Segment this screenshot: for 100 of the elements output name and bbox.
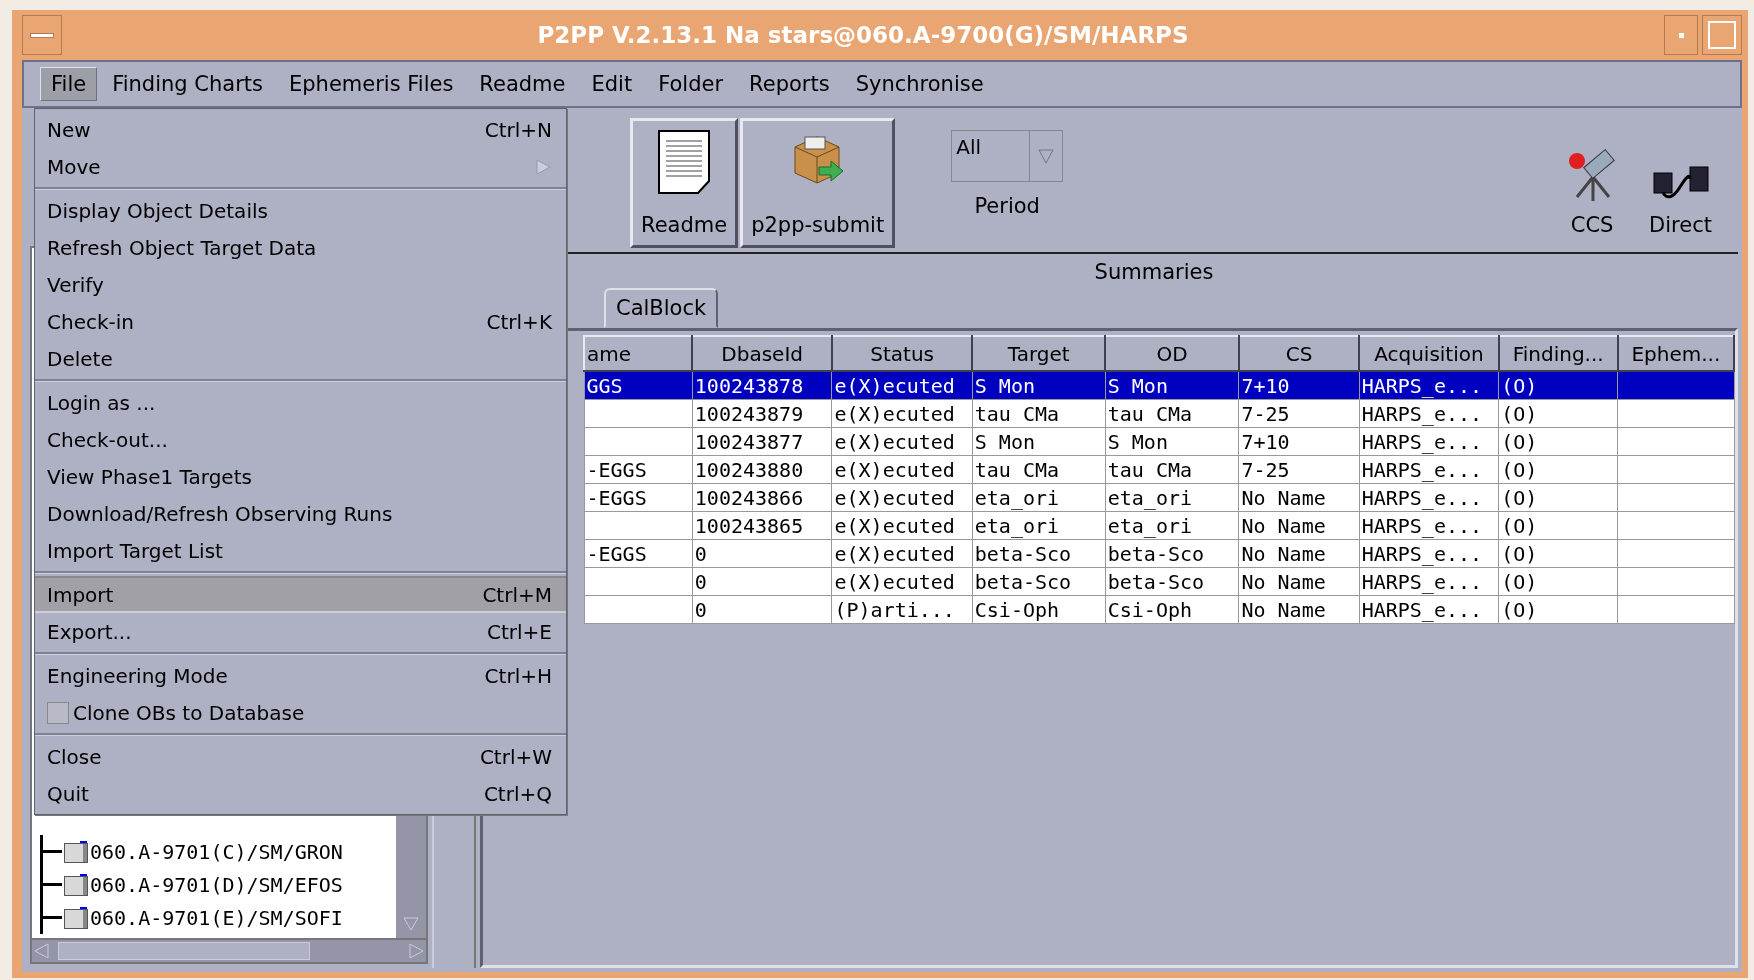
window-menu-button[interactable]: [22, 15, 62, 55]
table-row[interactable]: GGS 100243878 e(X)ecuted S Mon S Mon 7+10 HARPS_e... (O): [584, 371, 1734, 400]
table-row[interactable]: 100243877 e(X)ecuted S Mon S Mon 7+10 HARPS_e... (O): [584, 427, 1734, 456]
table-cell: (O): [1498, 483, 1618, 512]
tree-branch-icon: [40, 901, 62, 934]
column-header[interactable]: ame: [584, 336, 693, 371]
menu-item[interactable]: Finding Charts: [101, 67, 274, 101]
tree-branch-icon: [40, 835, 62, 868]
table-row[interactable]: -EGGS 100243880 e(X)ecuted tau CMa tau CMa 7-25 HARPS_e... (O): [584, 455, 1734, 484]
period-dropdown[interactable]: All: [951, 130, 1064, 182]
menu-entry[interactable]: Export... Ctrl+E: [35, 613, 566, 650]
column-header[interactable]: CS: [1238, 336, 1360, 371]
menu-entry[interactable]: Display Object Details: [35, 192, 566, 229]
folder-icon: [64, 840, 88, 863]
table-cell: S Mon: [972, 427, 1106, 456]
checkbox[interactable]: [47, 701, 69, 724]
table-cell: e(X)ecuted: [832, 511, 973, 540]
table-cell: beta-Sco: [972, 567, 1106, 596]
table-cell: No Name: [1238, 539, 1360, 568]
table-cell: No Name: [1238, 511, 1360, 540]
menu-entry[interactable]: View Phase1 Targets: [35, 458, 566, 495]
table-cell: beta-Sco: [1105, 567, 1239, 596]
menu-entry[interactable]: Verify: [35, 266, 566, 303]
table-cell: GGS: [584, 371, 693, 400]
menu-item[interactable]: Ephemeris Files: [277, 67, 465, 101]
table-row[interactable]: -EGGS 0 e(X)ecuted beta-Sco beta-Sco No Name HARPS_e... (O): [584, 539, 1734, 568]
table-row[interactable]: 100243879 e(X)ecuted tau CMa tau CMa 7-25 HARPS_e... (O): [584, 399, 1734, 428]
direct-button[interactable]: Direct: [1643, 118, 1718, 238]
menu-entry[interactable]: Import Target List: [35, 532, 566, 569]
summaries-label: Summaries: [1093, 259, 1215, 284]
menu-entry[interactable]: Check-out...: [35, 421, 566, 458]
minimize-button[interactable]: [1664, 15, 1698, 55]
tab[interactable]: CalBlock: [604, 288, 719, 328]
column-header[interactable]: Acquisition: [1359, 336, 1499, 371]
menu-entry[interactable]: New Ctrl+N: [35, 111, 566, 148]
folder-icon: [64, 906, 88, 929]
maximize-button[interactable]: [1702, 15, 1742, 55]
period-label: Period: [974, 194, 1040, 218]
horizontal-scrollbar[interactable]: [30, 940, 428, 964]
table-cell: tau CMa: [972, 399, 1106, 428]
menu-item[interactable]: Reports: [738, 67, 841, 101]
tree-item[interactable]: 060.A-9701(D)/SM/EFOS: [90, 872, 343, 897]
scroll-left-icon[interactable]: [32, 942, 52, 960]
menu-item[interactable]: Synchronise: [844, 67, 995, 101]
table-row[interactable]: 0 (P)arti... Csi-Oph Csi-Oph No Name HARPS_e... (O): [584, 595, 1734, 624]
table-cell: HARPS_e...: [1359, 595, 1499, 624]
table-cell: S Mon: [972, 371, 1106, 400]
column-header[interactable]: OD: [1105, 336, 1239, 371]
column-header[interactable]: Ephem...: [1617, 336, 1734, 371]
table-cell: 7+10: [1238, 427, 1360, 456]
column-header[interactable]: DbaseId: [692, 336, 832, 371]
table-cell: beta-Sco: [1105, 539, 1239, 568]
table-cell: -EGGS: [584, 539, 693, 568]
column-header[interactable]: Target: [972, 336, 1106, 371]
menu-entry[interactable]: Check-in Ctrl+K: [35, 303, 566, 340]
table-cell: HARPS_e...: [1359, 455, 1499, 484]
table-cell: 100243879: [692, 399, 832, 428]
menu-entry[interactable]: Login as ...: [35, 384, 566, 421]
table-cell: e(X)ecuted: [832, 371, 973, 400]
menu-item[interactable]: Folder: [647, 67, 735, 101]
table-cell: eta_ori: [1105, 511, 1239, 540]
table-cell: (O): [1498, 511, 1618, 540]
table-cell: beta-Sco: [972, 539, 1106, 568]
menu-entry[interactable]: Engineering Mode Ctrl+H: [35, 657, 566, 694]
menu-item[interactable]: File: [40, 67, 98, 101]
tree-item[interactable]: 060.A-9701(C)/SM/GRON: [90, 839, 343, 864]
table-cell: e(X)ecuted: [832, 539, 973, 568]
menu-entry[interactable]: Refresh Object Target Data: [35, 229, 566, 266]
table-row[interactable]: 0 e(X)ecuted beta-Sco beta-Sco No Name HARPS_e... (O): [584, 567, 1734, 596]
menu-entry[interactable]: Download/Refresh Observing Runs: [35, 495, 566, 532]
table-cell: 100243865: [692, 511, 832, 540]
tree-branch-icon: [40, 868, 62, 901]
tree-item[interactable]: 060.A-9701(E)/SM/SOFI: [90, 905, 343, 930]
scrollbar-thumb[interactable]: [58, 942, 310, 960]
menu-entry[interactable]: Import Ctrl+M: [35, 576, 566, 613]
menu-entry[interactable]: Close Ctrl+W: [35, 738, 566, 775]
menu-item[interactable]: Edit: [580, 67, 644, 101]
menu-entry[interactable]: Clone OBs to Database: [35, 694, 566, 731]
submit-button[interactable]: p2pp-submit: [740, 118, 896, 248]
column-header[interactable]: Status: [832, 336, 973, 371]
table-row[interactable]: -EGGS 100243866 e(X)ecuted eta_ori eta_ori No Name HARPS_e... (O): [584, 483, 1734, 512]
table-cell: eta_ori: [972, 483, 1106, 512]
menu-entry[interactable]: Delete: [35, 340, 566, 377]
table-cell: e(X)ecuted: [832, 567, 973, 596]
table-row[interactable]: 100243865 e(X)ecuted eta_ori eta_ori No Name HARPS_e... (O): [584, 511, 1734, 540]
scroll-right-icon[interactable]: [406, 942, 426, 960]
table-cell: No Name: [1238, 595, 1360, 624]
table-cell: (O): [1498, 399, 1618, 428]
table-cell: (O): [1498, 455, 1618, 484]
table-cell: S Mon: [1105, 427, 1239, 456]
table-cell: -EGGS: [584, 455, 693, 484]
readme-button[interactable]: Readme: [630, 118, 739, 248]
menu-entry[interactable]: Quit Ctrl+Q: [35, 775, 566, 812]
column-header[interactable]: Finding...: [1498, 336, 1618, 371]
table-cell: (O): [1498, 371, 1618, 400]
table-cell: e(X)ecuted: [832, 399, 973, 428]
menu-item[interactable]: Readme: [468, 67, 577, 101]
table-cell: Csi-Oph: [972, 595, 1106, 624]
ccs-button[interactable]: CCS: [1557, 118, 1628, 238]
menu-entry[interactable]: Move: [35, 148, 566, 185]
